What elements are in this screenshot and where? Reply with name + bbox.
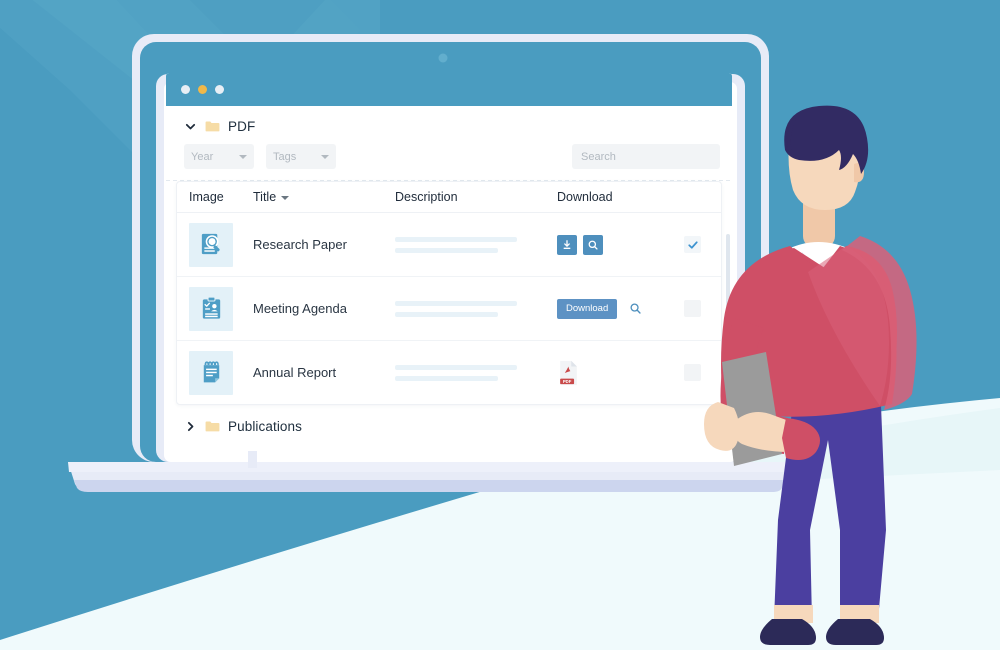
column-header-description: Description [395, 190, 557, 204]
row-title: Research Paper [253, 236, 347, 252]
document-magnifier-icon [189, 222, 233, 267]
window-titlebar [166, 73, 732, 106]
chevron-right-icon[interactable] [184, 420, 197, 433]
row-download-cell [557, 234, 672, 255]
preview-icon-button[interactable] [583, 234, 603, 255]
row-title-cell: Meeting Agenda [253, 300, 395, 318]
column-header-download-label: Download [557, 190, 613, 204]
table-row[interactable]: Annual Report PDF [177, 341, 721, 404]
chevron-down-icon [281, 196, 290, 200]
folder-icon [205, 120, 220, 133]
chevron-down-icon[interactable] [184, 120, 197, 133]
column-header-title-label: Title [253, 190, 277, 204]
preview-icon-button[interactable] [627, 301, 643, 317]
table-container: Image Title Description Download Researc… [166, 181, 732, 405]
tags-select-label: Tags [273, 150, 297, 163]
row-download-cell: PDF [557, 360, 672, 386]
window-content: PDF Year Tags Search Image Title Descrip… [166, 106, 732, 451]
table-row[interactable]: Meeting Agenda Download [177, 277, 721, 341]
column-header-description-label: Description [395, 190, 458, 204]
folder-icon [205, 420, 220, 433]
column-header-image-label: Image [189, 190, 224, 204]
row-title-cell: Research Paper [253, 236, 395, 254]
download-icon-button[interactable] [557, 234, 577, 255]
row-title: Annual Report [253, 364, 337, 380]
description-line [395, 364, 517, 370]
maximize-dot[interactable] [215, 85, 224, 94]
row-description-cell [395, 364, 557, 381]
description-line [395, 247, 498, 253]
column-header-title[interactable]: Title [253, 190, 395, 204]
chevron-down-icon [239, 154, 247, 159]
table-header: Image Title Description Download [177, 182, 721, 213]
column-header-image: Image [177, 190, 253, 204]
app-window: PDF Year Tags Search Image Title Descrip… [166, 73, 732, 451]
row-description-cell [395, 236, 557, 253]
clipboard-person-icon [189, 286, 233, 331]
person-illustration [704, 105, 917, 645]
description-placeholder [395, 364, 557, 381]
row-download-cell: Download [557, 298, 672, 319]
pdf-file-icon[interactable]: PDF [557, 360, 580, 386]
year-select-label: Year [191, 150, 214, 163]
illustration-scene: PDF Year Tags Search Image Title Descrip… [0, 0, 1000, 650]
minimize-dot[interactable] [198, 85, 207, 94]
row-thumbnail-cell [177, 286, 253, 331]
tree-item-pdf-label: PDF [228, 119, 256, 134]
close-dot[interactable] [181, 85, 190, 94]
chevron-down-icon [321, 154, 329, 159]
tags-select[interactable]: Tags [266, 144, 336, 169]
column-header-download: Download [557, 190, 672, 204]
description-line [395, 311, 498, 317]
notepad-icon [189, 350, 233, 395]
row-description-cell [395, 300, 557, 317]
description-line [395, 375, 498, 381]
download-text-button[interactable]: Download [557, 298, 618, 319]
tree-item-publications[interactable]: Publications [166, 405, 732, 434]
description-line [395, 300, 517, 306]
files-table: Image Title Description Download Researc… [176, 181, 722, 405]
row-title-cell: Annual Report [253, 364, 395, 382]
table-row[interactable]: Research Paper [177, 213, 721, 277]
tree-item-pdf[interactable]: PDF [166, 106, 732, 134]
description-placeholder [395, 236, 557, 253]
svg-text:PDF: PDF [563, 378, 572, 383]
description-line [395, 236, 517, 242]
description-placeholder [395, 300, 557, 317]
tree-item-publications-label: Publications [228, 419, 302, 434]
search-placeholder: Search [581, 150, 616, 163]
row-title: Meeting Agenda [253, 300, 347, 316]
row-thumbnail-cell [177, 350, 253, 395]
row-thumbnail-cell [177, 222, 253, 267]
year-select[interactable]: Year [184, 144, 254, 169]
filter-bar: Year Tags Search [166, 134, 732, 169]
